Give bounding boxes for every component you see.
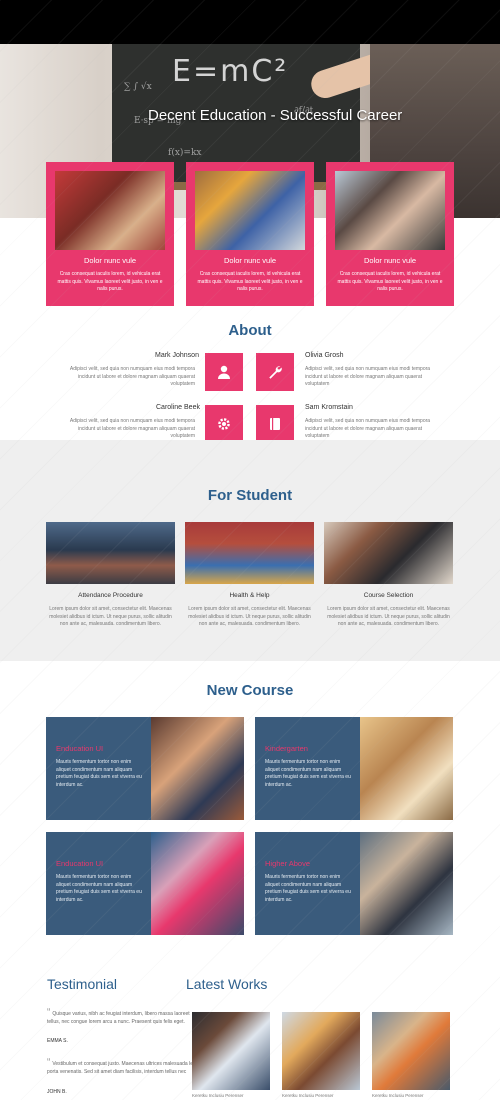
student-title: For Student (207, 487, 293, 504)
card-text: Cras consequat iaculis lorem, id vehicul… (337, 271, 443, 293)
student-item[interactable]: Course Selection Lorem ipsum dolor sit a… (324, 522, 453, 629)
course-photo (360, 717, 453, 820)
work-photo (192, 1012, 270, 1090)
course-text: Mauris fermentum tortor non enim aliquet… (265, 759, 351, 788)
book-icon (270, 418, 280, 430)
testimonial-quote: “Quisque varius, nibh ac feugiat interdu… (47, 1007, 190, 1045)
about-tile[interactable] (256, 405, 294, 443)
student-item[interactable]: Attendance Procedure Lorem ipsum dolor s… (46, 522, 175, 629)
course-title-text: Higher Above (265, 859, 311, 868)
about-person-name: Caroline Beek (156, 404, 200, 411)
about-person-name: Olivia Grosh (305, 352, 344, 359)
course-text: Mauris fermentum tortor non enim aliquet… (56, 874, 142, 903)
feature-cards: Dolor nunc vule Cras consequat iaculis l… (46, 162, 454, 308)
feature-card[interactable]: Dolor nunc vule Cras consequat iaculis l… (46, 162, 174, 306)
student-item-text: Lorem ipsum dolor sit amet, consectetur … (327, 606, 450, 628)
work-caption: Keretku Inclusiu Perenser (192, 1093, 244, 1098)
latest-works-title: Latest Works (186, 976, 268, 992)
course-photo (360, 832, 453, 935)
about-tile[interactable] (205, 405, 243, 443)
work-photo (372, 1012, 450, 1090)
course-text: Mauris fermentum tortor non enim aliquet… (265, 874, 351, 903)
work-caption: Keretku Inclusiu Perenser (282, 1093, 334, 1098)
work-thumb[interactable] (372, 1012, 450, 1090)
about-person-name: Sam Kromstain (305, 404, 353, 411)
card-photo (195, 171, 305, 250)
course-card[interactable]: Kindergarten Mauris fermentum tortor non… (255, 717, 453, 820)
about-title: About (228, 322, 272, 339)
about-person-text: Adipisci velit, sed quia non numquam eiu… (305, 366, 431, 388)
testimonial-title: Testimonial (47, 976, 118, 992)
course-photo (151, 832, 244, 935)
work-caption: Keretku Inclusiu Perenser (372, 1093, 424, 1098)
gear-icon (218, 418, 230, 430)
quote-icon: “ (47, 1007, 51, 1018)
about-person-text: Adipisci velit, sed quia non numquam eiu… (69, 418, 195, 440)
user-icon (218, 365, 230, 379)
about-person-text: Adipisci velit, sed quia non numquam eiu… (305, 418, 431, 440)
student-photo (324, 522, 453, 584)
wrench-icon (269, 366, 282, 379)
chalkboard-equation: E=mC² (172, 54, 289, 89)
about-person-text: Adipisci velit, sed quia non numquam eiu… (69, 366, 195, 388)
card-title: Dolor nunc vule (363, 256, 417, 265)
feature-card[interactable]: Dolor nunc vule Cras consequat iaculis l… (326, 162, 454, 306)
hero-headline: Decent Education - Successful Career (148, 107, 403, 124)
testimonial-author: EMMA S. (47, 1038, 68, 1044)
card-text: Cras consequat iaculis lorem, id vehicul… (197, 271, 303, 293)
student-item[interactable]: Health & Help Lorem ipsum dolor sit amet… (185, 522, 314, 629)
work-thumb[interactable] (282, 1012, 360, 1090)
about-tile[interactable] (256, 353, 294, 391)
student-photo (185, 522, 314, 584)
card-text: Cras consequat iaculis lorem, id vehicul… (57, 271, 163, 293)
work-thumb[interactable] (192, 1012, 270, 1090)
about-person-name: Mark Johnson (155, 352, 199, 359)
work-photo (282, 1012, 360, 1090)
top-bar (0, 0, 500, 44)
student-item-title: Course Selection (363, 592, 414, 599)
testimonial-author: JOHN B. (47, 1089, 67, 1095)
card-photo (55, 171, 165, 250)
course-card[interactable]: Enducation UI Mauris fermentum tortor no… (46, 717, 244, 820)
card-title: Dolor nunc vule (223, 256, 277, 265)
course-text: Mauris fermentum tortor non enim aliquet… (56, 759, 142, 788)
quote-icon: “ (47, 1057, 51, 1068)
card-title: Dolor nunc vule (83, 256, 137, 265)
student-item-text: Lorem ipsum dolor sit amet, consectetur … (49, 606, 172, 628)
about-tile[interactable] (205, 353, 243, 391)
testimonial-quote: “Vestibulum et consequat justo. Maecenas… (47, 1057, 196, 1096)
course-title-text: Enducation UI (56, 859, 104, 868)
course-card[interactable]: Enducation UI Mauris fermentum tortor no… (46, 832, 244, 935)
feature-card[interactable]: Dolor nunc vule Cras consequat iaculis l… (186, 162, 314, 306)
course-title-text: Enducation UI (56, 744, 104, 753)
student-item-title: Attendance Procedure (78, 592, 143, 599)
student-item-title: Health & Help (229, 592, 270, 599)
course-card[interactable]: Higher Above Mauris fermentum tortor non… (255, 832, 453, 935)
student-photo (46, 522, 175, 584)
course-title: New Course (206, 682, 294, 699)
course-title-text: Kindergarten (265, 744, 308, 753)
student-item-text: Lorem ipsum dolor sit amet, consectetur … (188, 606, 311, 628)
course-photo (151, 717, 244, 820)
card-photo (335, 171, 445, 250)
